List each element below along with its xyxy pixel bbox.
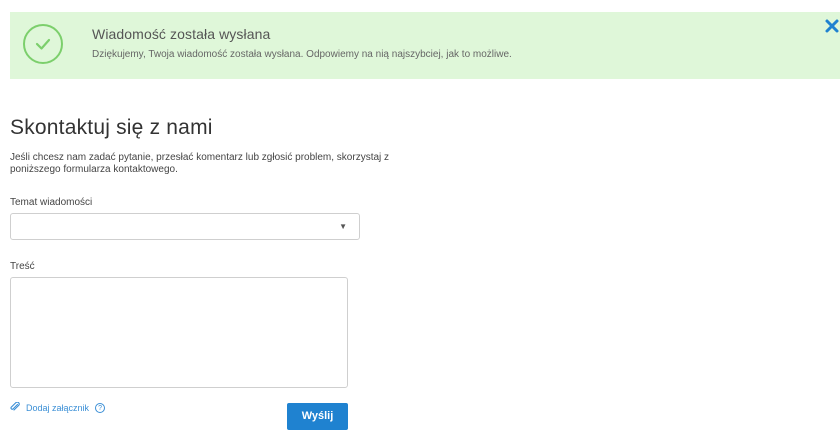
alert-message: Dziękujemy, Twoja wiadomość została wysł…	[92, 49, 512, 60]
body-label: Treść	[10, 261, 35, 272]
subject-label: Temat wiadomości	[10, 197, 93, 208]
page-title: Skontaktuj się z nami	[10, 116, 213, 139]
intro-text: Jeśli chcesz nam zadać pytanie, przesłać…	[10, 152, 390, 175]
add-attachment-label: Dodaj załącznik	[26, 403, 90, 413]
chevron-down-icon: ▼	[339, 222, 347, 231]
add-attachment-link[interactable]: Dodaj załącznik ?	[10, 401, 106, 414]
alert-title: Wiadomość została wysłana	[92, 26, 271, 42]
success-alert: Wiadomość została wysłana Dziękujemy, Tw…	[10, 12, 840, 79]
body-textarea[interactable]	[10, 277, 348, 388]
subject-select[interactable]: ▼	[10, 213, 360, 240]
send-button[interactable]: Wyślij	[287, 403, 348, 430]
close-icon[interactable]	[824, 18, 840, 34]
paperclip-icon	[10, 401, 20, 414]
check-circle-icon	[23, 24, 63, 64]
help-icon[interactable]: ?	[95, 403, 106, 413]
